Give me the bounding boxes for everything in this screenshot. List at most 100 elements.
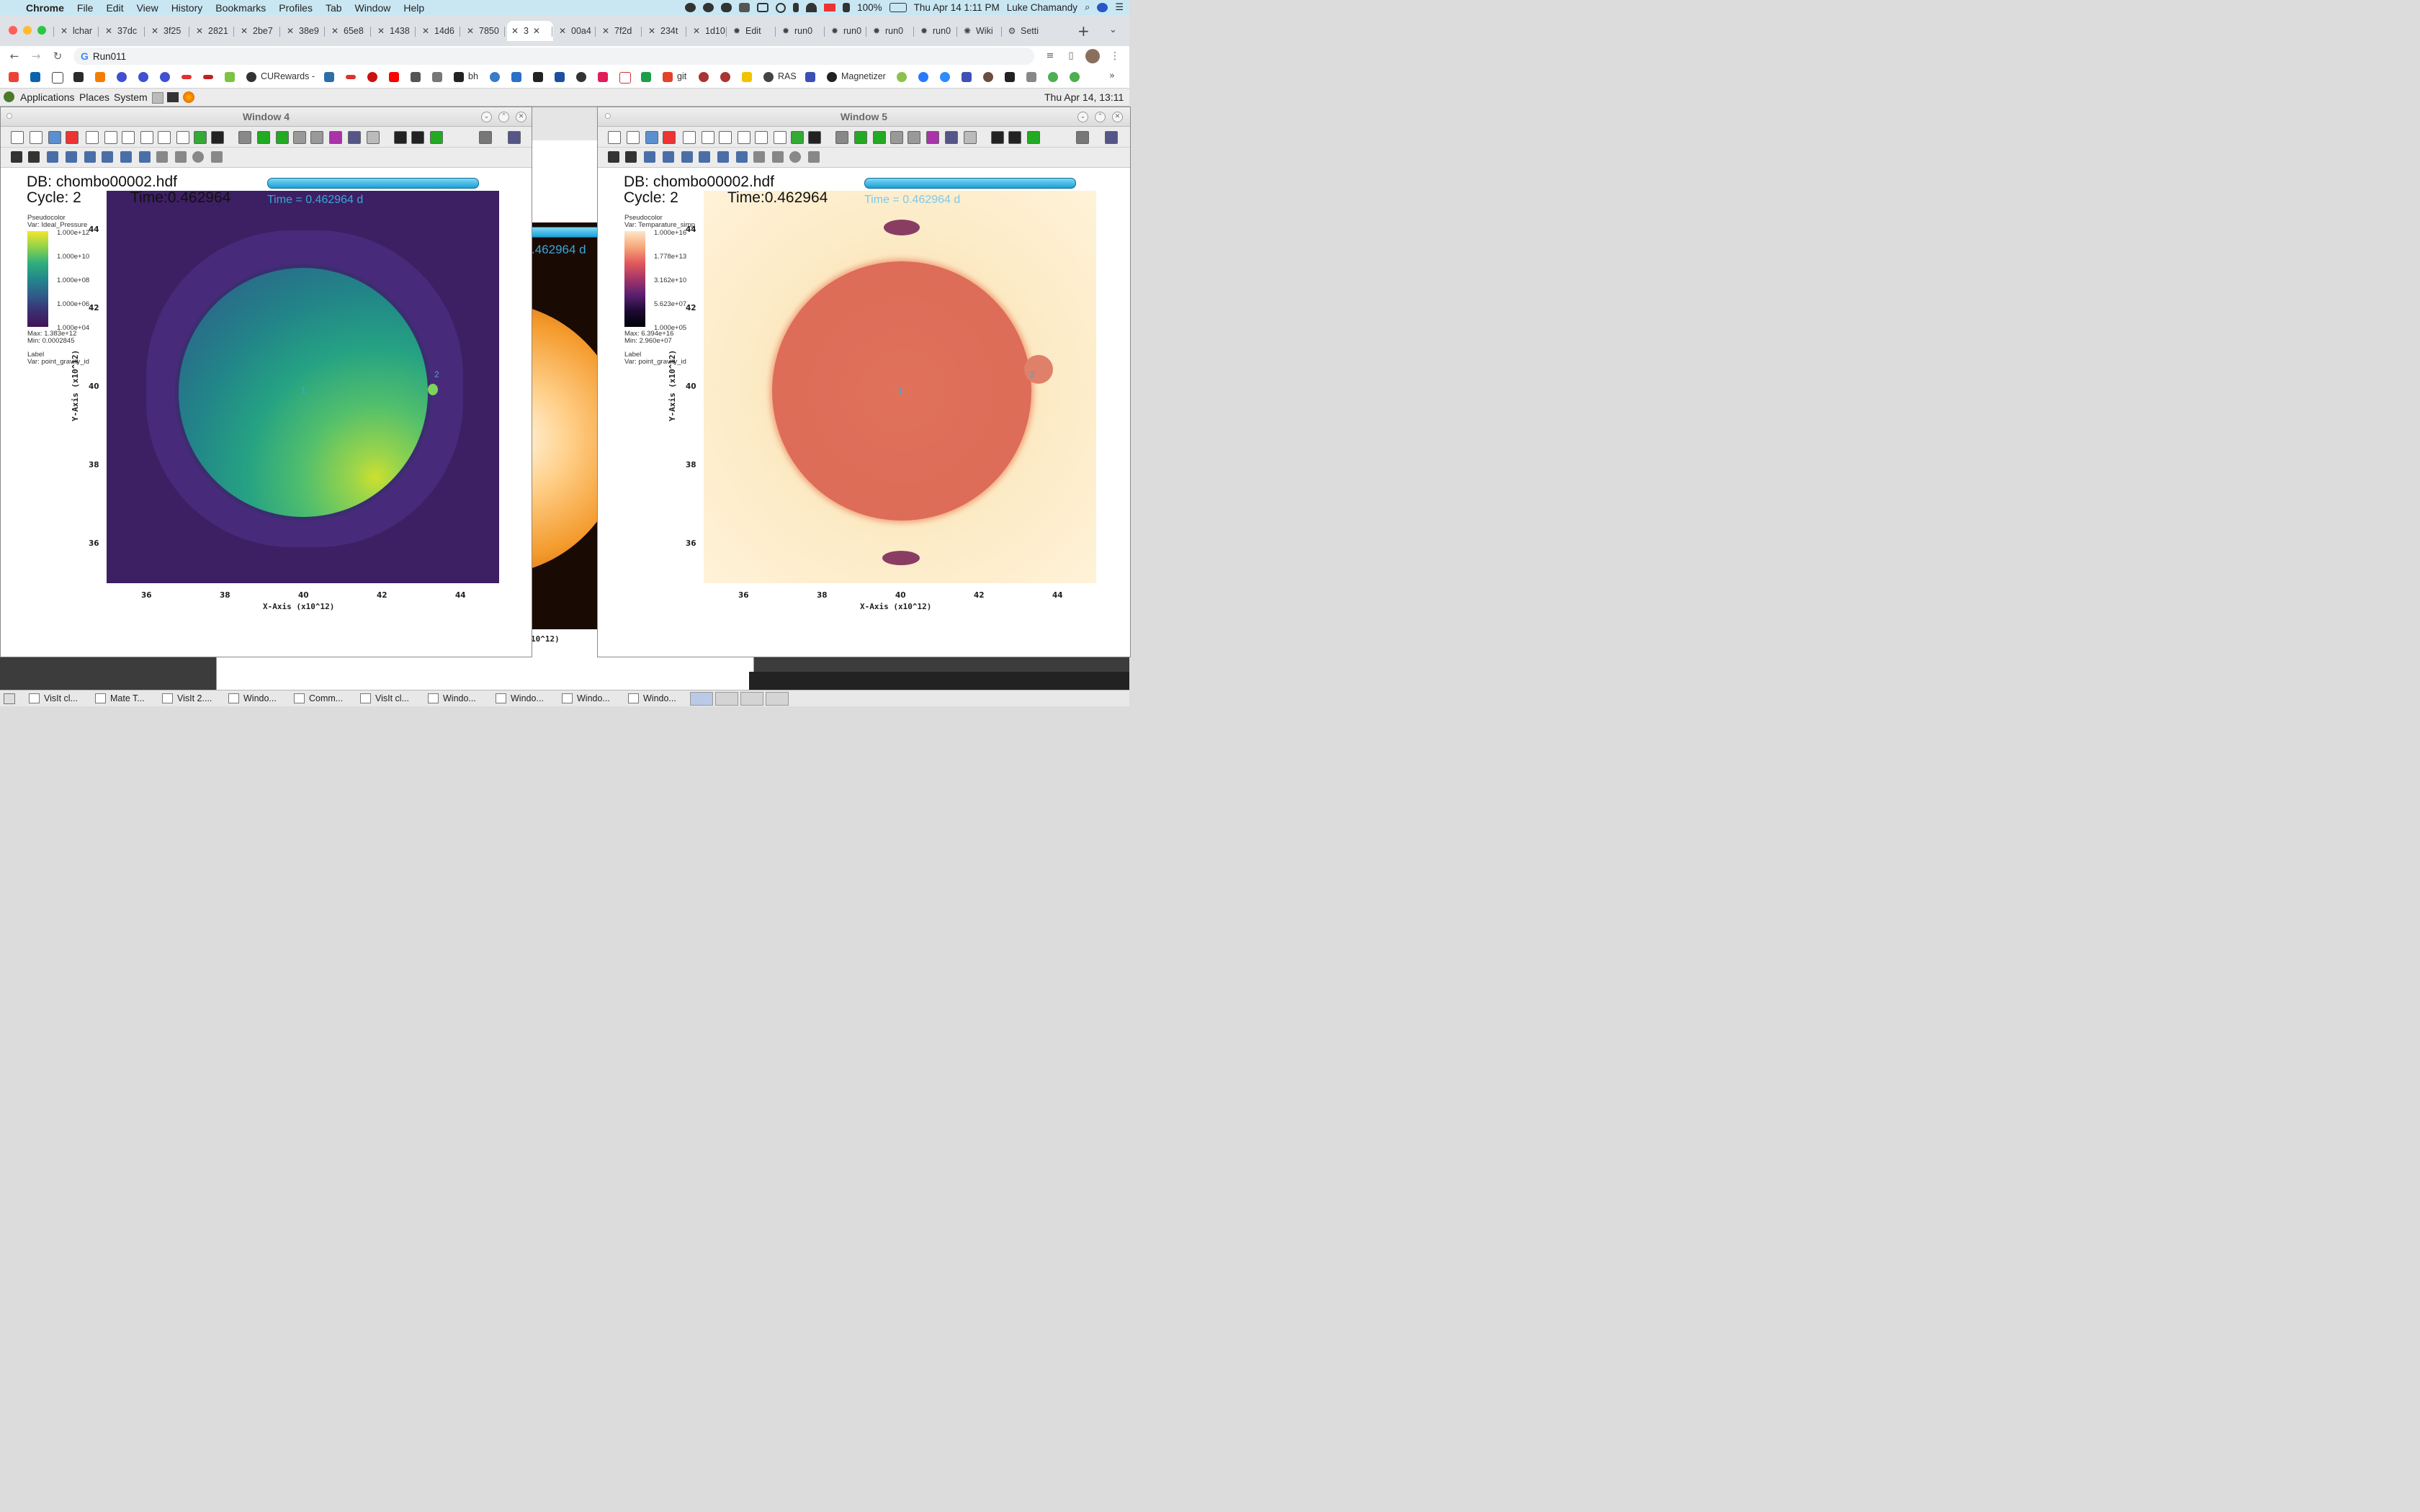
tab-search-icon[interactable]: ⌄	[1109, 24, 1117, 35]
volume-icon[interactable]	[843, 3, 851, 12]
window-5-plot-area[interactable]: DB: chombo00002.hdf Cycle: 2 Time:0.4629…	[598, 168, 1130, 657]
browser-tab[interactable]: ✕ 2821	[192, 21, 235, 41]
visit-mode-icon[interactable]	[772, 151, 784, 163]
window-4-titlebar[interactable]: Window 4	[1, 107, 532, 127]
visit-toolbar-icon[interactable]	[791, 131, 804, 144]
visit-mode-icon[interactable]	[789, 151, 801, 163]
menu-bookmarks[interactable]: Bookmarks	[209, 2, 272, 14]
visit-toolbar-icon[interactable]	[30, 131, 42, 144]
menu-profiles[interactable]: Profiles	[272, 2, 319, 14]
menu-edit[interactable]: Edit	[99, 2, 130, 14]
visit-toolbar-icon[interactable]	[945, 131, 958, 144]
siri-icon[interactable]	[1097, 3, 1108, 12]
star-outline-bookmark-icon[interactable]	[619, 72, 631, 84]
xquartz-bookmark-icon[interactable]	[52, 72, 63, 84]
m-bookmark-icon[interactable]	[225, 72, 235, 82]
visit-mode-icon[interactable]	[736, 151, 748, 163]
a-bookmark-icon-1[interactable]	[117, 72, 127, 82]
zoom-bookmark-icon[interactable]	[940, 72, 950, 82]
visit-toolbar-icon[interactable]	[329, 131, 342, 144]
visit-mode-icon[interactable]	[139, 151, 151, 163]
window-menu-dot[interactable]	[6, 113, 12, 119]
visit-mode-icon[interactable]	[625, 151, 637, 163]
paw-bookmark-icon-2[interactable]	[720, 72, 730, 82]
visit-toolbar-icon[interactable]	[683, 131, 696, 144]
applications-menu[interactable]: Applications	[20, 91, 75, 103]
visit-toolbar-icon[interactable]	[1105, 131, 1118, 144]
window-5-titlebar[interactable]: Window 5	[598, 107, 1130, 127]
maximize-window-button[interactable]	[37, 26, 46, 35]
taskbar-item[interactable]: Windo...	[562, 692, 610, 705]
browser-tab[interactable]: ✕ 7850	[462, 21, 506, 41]
visit-mode-icon[interactable]	[102, 151, 113, 163]
browser-tab[interactable]: ✹ Edit	[729, 21, 772, 41]
visit-toolbar-icon[interactable]	[257, 131, 270, 144]
browser-tab[interactable]: ✕ 7f2d	[598, 21, 641, 41]
translate-bookmark-icon[interactable]	[1026, 72, 1036, 82]
visit-toolbar-icon[interactable]	[367, 131, 380, 144]
reading-list-icon[interactable]: ≡	[1043, 49, 1057, 63]
visit-toolbar-icon[interactable]	[293, 131, 306, 144]
places-menu[interactable]: Places	[79, 91, 109, 103]
address-bar[interactable]: G Run011	[73, 48, 1034, 65]
nut-bookmark-icon[interactable]	[983, 72, 993, 82]
flag-icon[interactable]	[824, 4, 836, 12]
window-4-maximize-button[interactable]: ⌃	[498, 112, 509, 122]
visit-toolbar-icon[interactable]	[926, 131, 939, 144]
visit-toolbar-icon[interactable]	[608, 131, 621, 144]
cloud-bookmark-icon[interactable]	[490, 72, 500, 82]
more-bookmarks-icon[interactable]: »	[1109, 71, 1115, 81]
taskbar-item[interactable]: Windo...	[228, 692, 277, 705]
git-bookmark[interactable]: git	[677, 71, 686, 81]
taskbar-item[interactable]: Mate T...	[95, 692, 145, 705]
cbc-bookmark-icon[interactable]	[367, 72, 377, 82]
show-desktop-icon[interactable]	[4, 693, 15, 704]
visit-toolbar-icon[interactable]	[991, 131, 1004, 144]
curewards-bookmark-icon[interactable]	[246, 72, 256, 82]
workspace-2[interactable]	[715, 692, 738, 706]
calendar-bookmark-icon[interactable]	[324, 72, 334, 82]
visit-toolbar-icon[interactable]	[908, 131, 920, 144]
window-4-plot-area[interactable]: DB: chombo00002.hdf Cycle: 2 Time:0.4629…	[1, 168, 532, 657]
ras-bookmark[interactable]: RAS	[778, 71, 797, 81]
visit-mode-icon[interactable]	[699, 151, 710, 163]
git-bookmark-icon[interactable]	[663, 72, 673, 82]
taskbar-item[interactable]: Windo...	[628, 692, 676, 705]
smile-bookmark-icon[interactable]	[897, 72, 907, 82]
visit-mode-icon[interactable]	[211, 151, 223, 163]
visit-mode-icon[interactable]	[644, 151, 655, 163]
address-text[interactable]: Run011	[93, 51, 126, 62]
window-4-close-button[interactable]: ✕	[516, 112, 526, 122]
visit-toolbar-icon[interactable]	[873, 131, 886, 144]
visit-mode-icon[interactable]	[156, 151, 168, 163]
visit-mode-icon[interactable]	[608, 151, 619, 163]
visit-toolbar-icon[interactable]	[66, 131, 79, 144]
window-4-time-slider[interactable]	[267, 178, 479, 189]
sync-icon[interactable]	[703, 3, 714, 12]
visit-mode-icon[interactable]	[47, 151, 58, 163]
visit-window-4[interactable]: Window 4 ⌄ ⌃ ✕ DB: chombo00002.hdf Cycle…	[0, 107, 532, 657]
browser-tab[interactable]: ✕ 65e8	[327, 21, 370, 41]
visit-toolbar-icon[interactable]	[394, 131, 407, 144]
calendar2-bookmark-icon[interactable]	[805, 72, 815, 82]
visit-toolbar-icon[interactable]	[140, 131, 153, 144]
visit-toolbar-icon[interactable]	[48, 131, 61, 144]
visit-toolbar-icon[interactable]	[808, 131, 821, 144]
visit-mode-icon[interactable]	[663, 151, 674, 163]
launcher-icon-1[interactable]	[152, 92, 163, 104]
plus-bookmark-icon[interactable]	[641, 72, 651, 82]
new-tab-button[interactable]: +	[1077, 22, 1090, 40]
visit-toolbar-icon[interactable]	[854, 131, 867, 144]
visit-toolbar-icon[interactable]	[835, 131, 848, 144]
rds-bookmark-icon[interactable]	[203, 75, 213, 79]
visit-toolbar-icon[interactable]	[964, 131, 977, 144]
tsn-bookmark-icon[interactable]	[182, 75, 192, 79]
menu-help[interactable]: Help	[397, 2, 431, 14]
close-window-button[interactable]	[9, 26, 17, 35]
browser-tab[interactable]: ✕ 1438	[373, 21, 416, 41]
taskbar-item[interactable]: Comm...	[294, 692, 343, 705]
qr-bookmark-icon[interactable]	[411, 72, 421, 82]
window-5-close-button[interactable]: ✕	[1112, 112, 1123, 122]
browser-tab[interactable]: ✹ run0	[916, 21, 959, 41]
browser-tab[interactable]: ✕ 14d6	[418, 21, 461, 41]
